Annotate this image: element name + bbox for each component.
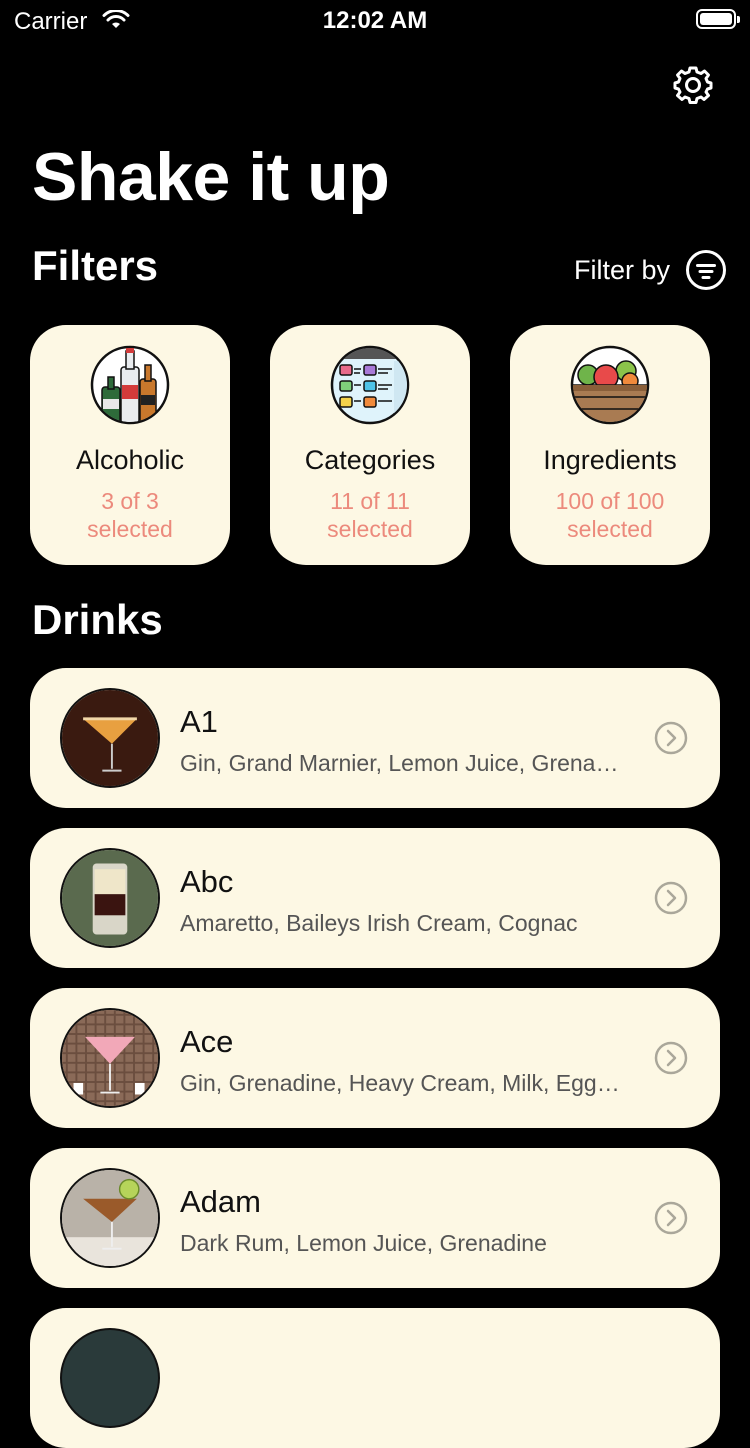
drink-name: Ace (180, 1024, 234, 1059)
chevron-right-circle-icon[interactable] (654, 1041, 688, 1075)
ingredients-icon (570, 345, 650, 425)
status-time: 12:02 AM (322, 7, 428, 34)
drink-row-ace[interactable]: Ace Gin, Grenadine, Heavy Cream, Milk, E… (30, 988, 720, 1128)
filter-card-alcoholic[interactable]: Alcoholic 3 of 3 selected (30, 325, 230, 565)
status-bar: Carrier 12:02 AM (0, 0, 750, 40)
filter-card-count: 100 of 100 selected (555, 488, 665, 542)
filter-card-count: 11 of 11 selected (327, 488, 413, 542)
drink-name: A1 (180, 704, 218, 739)
drink-image (60, 688, 160, 788)
filter-cards: Alcoholic 3 of 3 selected Categories 11 … (30, 325, 720, 565)
drink-image (60, 848, 160, 948)
filter-lines-icon (686, 250, 726, 290)
drink-row-abc[interactable]: Abc Amaretto, Baileys Irish Cream, Cogna… (30, 828, 720, 968)
bottles-icon (90, 345, 170, 425)
drink-image (60, 1168, 160, 1268)
drink-ingredients: Gin, Grand Marnier, Lemon Juice, Grenadi… (180, 750, 625, 776)
chevron-right-circle-icon[interactable] (654, 881, 688, 915)
drink-name: Adam (180, 1184, 261, 1219)
drink-row-adam[interactable]: Adam Dark Rum, Lemon Juice, Grenadine (30, 1148, 720, 1288)
categories-icon (330, 345, 410, 425)
filter-card-label: Categories (304, 445, 436, 475)
drinks-section-title: Drinks (32, 596, 163, 643)
drink-row-a1[interactable]: A1 Gin, Grand Marnier, Lemon Juice, Gren… (30, 668, 720, 808)
filter-card-categories[interactable]: Categories 11 of 11 selected (270, 325, 470, 565)
drink-ingredients: Amaretto, Baileys Irish Cream, Cognac (180, 910, 578, 936)
filter-card-label: Ingredients (543, 445, 677, 475)
battery-icon (696, 9, 740, 29)
drink-image (60, 1328, 160, 1428)
filter-by-label: Filter by (573, 254, 670, 285)
filter-card-label: Alcoholic (75, 445, 185, 475)
drink-image (60, 1008, 160, 1108)
filter-card-ingredients[interactable]: Ingredients 100 of 100 selected (510, 325, 710, 565)
filter-card-count: 3 of 3 selected (87, 488, 173, 542)
chevron-right-circle-icon[interactable] (654, 1201, 688, 1235)
drink-ingredients: Gin, Grenadine, Heavy Cream, Milk, Egg W… (180, 1070, 625, 1096)
drink-name: Abc (180, 864, 234, 899)
filters-section-title: Filters (32, 242, 159, 289)
page-title: Shake it up (32, 139, 390, 215)
filter-by-button[interactable]: Filter by (574, 246, 726, 294)
settings-gear-icon[interactable] (672, 64, 714, 106)
drink-row-partial[interactable] (30, 1308, 720, 1448)
drink-ingredients: Dark Rum, Lemon Juice, Grenadine (180, 1230, 547, 1256)
chevron-right-circle-icon[interactable] (654, 721, 688, 755)
